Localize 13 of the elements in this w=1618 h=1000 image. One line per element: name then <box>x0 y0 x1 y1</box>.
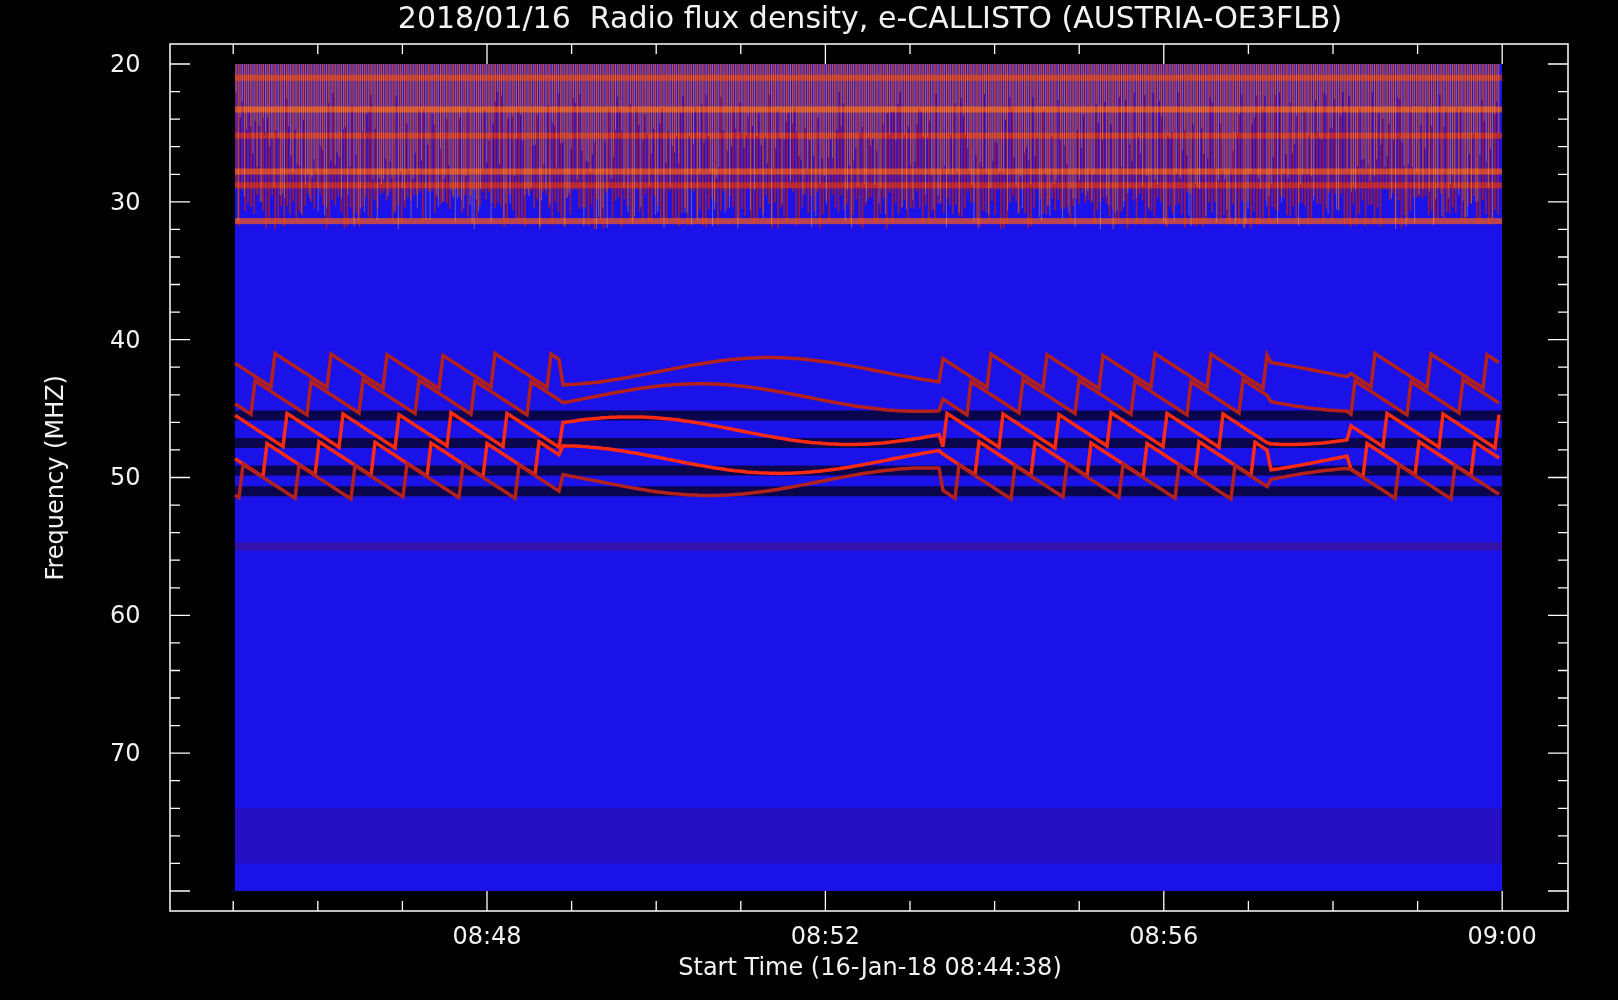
x-tick-label: 08:52 <box>790 922 860 950</box>
y-tick-label: 60 <box>110 601 141 630</box>
x-tick-label: 08:48 <box>452 922 522 950</box>
y-tick-label: 20 <box>110 50 141 78</box>
x-axis-title: Start Time (16-Jan-18 08:44:38) <box>678 953 1062 981</box>
y-tick-label: 50 <box>110 463 141 492</box>
y-tick-label: 30 <box>110 187 141 216</box>
y-tick-label: 70 <box>110 739 141 768</box>
chart-title: 2018/01/16 Radio flux density, e-CALLISTO (AUSTRIA-OE3FLB) <box>397 0 1343 36</box>
y-tick-label: 40 <box>110 325 141 354</box>
x-tick-label: 09:00 <box>1467 922 1537 950</box>
x-tick-label: 08:56 <box>1129 922 1199 950</box>
y-axis-title: Frequency (MHZ) <box>41 375 69 581</box>
